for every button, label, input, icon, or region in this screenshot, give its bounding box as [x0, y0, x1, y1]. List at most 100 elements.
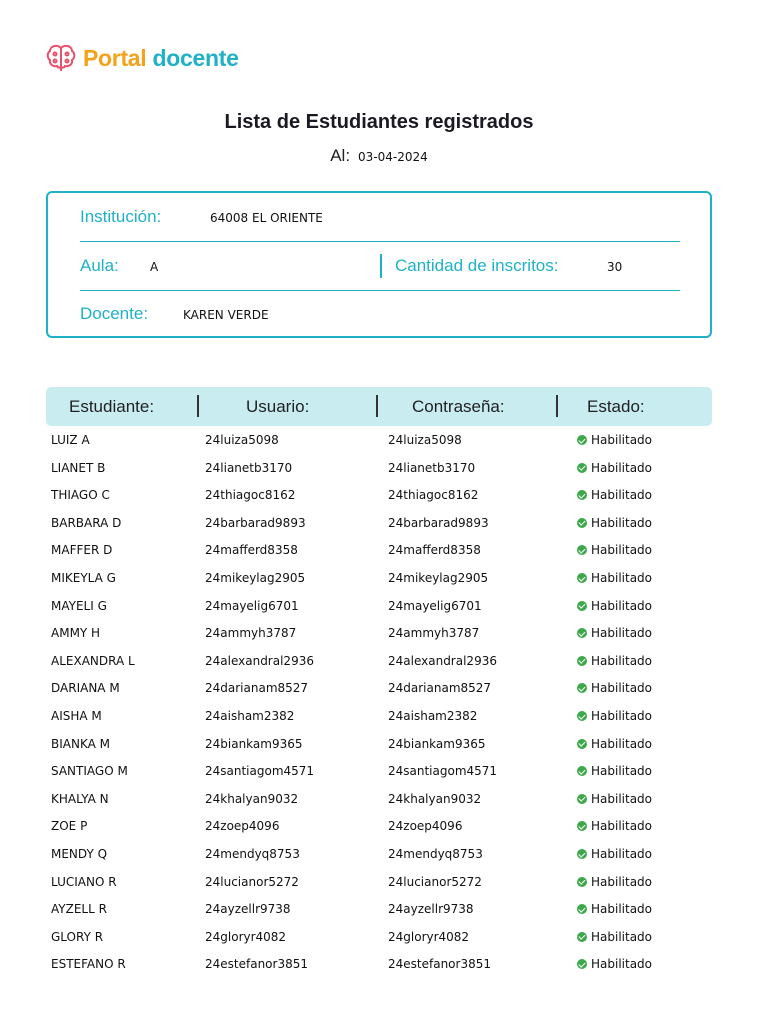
- student-name: BIANKA M: [51, 736, 110, 751]
- student-password: 24mendyq8753: [388, 847, 483, 861]
- student-status: Habilitado: [591, 764, 653, 779]
- check-circle-icon: [577, 490, 587, 501]
- check-circle-icon: [577, 517, 587, 528]
- divider: [80, 241, 680, 242]
- student-password: 24lucianor5272: [388, 874, 482, 889]
- table-row: KHALYA N 24khalyan9032 24khalyan9032 Habili…: [0, 792, 768, 812]
- student-name: DARIANA M: [51, 681, 120, 696]
- student-username: 24darianam8527: [205, 681, 309, 696]
- table-row: MIKEYLA G 24mikeylag2905 24mikeylag2905 Hab…: [0, 571, 768, 591]
- student-password: 24thiagoc8162: [388, 488, 479, 503]
- student-password: 24mafferd8358: [388, 543, 481, 558]
- portal-docente-logo: Portal docente: [45, 42, 239, 74]
- docente-value: KAREN VERDE: [183, 308, 269, 322]
- check-circle-icon: [577, 435, 587, 445]
- student-username: 24alexandral2936: [205, 653, 314, 668]
- student-password: 24lianetb3170: [388, 460, 476, 475]
- cantidad-label: Cantidad de inscritos:: [395, 256, 559, 275]
- student-username: 24ammyh3787: [205, 626, 297, 641]
- student-username: 24khalyan9032: [205, 791, 299, 806]
- header-usuario: Usuario:: [246, 397, 310, 416]
- student-username: 24mendyq8753: [205, 847, 300, 861]
- divider: [197, 395, 199, 417]
- student-password: 24zoep4096: [388, 819, 463, 834]
- info-box: Institución: 64008 EL ORIENTE Aula: A Ca…: [46, 191, 712, 338]
- table-row: ALEXANDRA L 24alexandral2936 24alexandral2…: [0, 654, 768, 674]
- divider: [376, 395, 378, 417]
- student-status: Habilitado: [591, 709, 653, 723]
- student-status: Habilitado: [591, 681, 653, 696]
- student-username: 24mayelig6701: [205, 598, 299, 613]
- student-name: MAYELI G: [51, 598, 107, 613]
- student-username: 24biankam9365: [205, 736, 303, 751]
- student-status: Habilitado: [591, 929, 653, 944]
- table-row: AMMY H 24ammyh3787 24ammyh3787 Habilitado: [0, 626, 768, 646]
- check-circle-icon: [577, 821, 587, 832]
- student-name: MIKEYLA G: [51, 571, 116, 585]
- table-row: MAYELI G 24mayelig6701 24mayelig6701 Habili…: [0, 599, 768, 619]
- divider: [80, 290, 680, 291]
- student-name: MENDY Q: [51, 847, 108, 861]
- cantidad-value: 30: [607, 260, 623, 274]
- student-password: 24khalyan9032: [388, 791, 482, 806]
- aula-label: Aula:: [80, 256, 119, 275]
- student-name: LUCIANO R: [51, 874, 117, 889]
- student-name: GLORY R: [51, 929, 104, 944]
- check-circle-icon: [577, 931, 587, 942]
- student-status: Habilitado: [591, 791, 653, 806]
- check-circle-icon: [577, 904, 587, 915]
- check-circle-icon: [577, 683, 587, 694]
- page-title: Lista de Estudiantes registrados: [224, 111, 534, 133]
- student-password: 24alexandral2936: [388, 653, 497, 668]
- date-label: Al:: [330, 146, 351, 165]
- check-circle-icon: [577, 849, 587, 859]
- aula-value: A: [150, 260, 159, 274]
- header-contrasena: Contraseña:: [412, 397, 505, 416]
- table-row: MAFFER D 24mafferd8358 24mafferd8358 Habili…: [0, 543, 768, 563]
- student-username: 24aisham2382: [205, 709, 295, 723]
- date-line: Al: 03-04-2024: [0, 146, 758, 166]
- check-circle-icon: [577, 711, 587, 721]
- student-status: Habilitado: [591, 598, 653, 613]
- student-status: Habilitado: [591, 433, 653, 447]
- table-row: LIANET B 24lianetb3170 24lianetb3170 Habili…: [0, 461, 768, 481]
- student-username: 24mikeylag2905: [205, 571, 306, 585]
- header-estado: Estado:: [587, 397, 645, 416]
- student-password: 24darianam8527: [388, 681, 492, 696]
- student-password: 24gloryr4082: [388, 929, 470, 944]
- student-status: Habilitado: [591, 819, 653, 834]
- student-status: Habilitado: [591, 460, 653, 475]
- student-password: 24mikeylag2905: [388, 571, 489, 585]
- student-status: Habilitado: [591, 653, 653, 668]
- student-username: 24mafferd8358: [205, 543, 298, 558]
- student-name: AYZELL R: [51, 902, 107, 917]
- table-row: AISHA M 24aisham2382 24aisham2382 Habilitad…: [0, 709, 768, 729]
- student-password: 24santiagom4571: [388, 764, 498, 779]
- student-name: KHALYA N: [51, 791, 109, 806]
- check-circle-icon: [577, 793, 587, 804]
- student-status: Habilitado: [591, 488, 653, 503]
- table-row: LUIZ A 24luiza5098 24luiza5098 Habilitado: [0, 433, 768, 453]
- student-name: AISHA M: [51, 709, 102, 723]
- student-password: 24estefanor3851: [388, 957, 491, 972]
- student-password: 24ammyh3787: [388, 626, 480, 641]
- table-row: MENDY Q 24mendyq8753 24mendyq8753 Habilitad…: [0, 847, 768, 867]
- check-circle-icon: [577, 628, 587, 639]
- student-status: Habilitado: [591, 543, 653, 558]
- date-value: 03-04-2024: [358, 150, 428, 164]
- student-name: ZOE P: [51, 819, 88, 834]
- student-password: 24biankam9365: [388, 736, 486, 751]
- student-username: 24barbarad9893: [205, 515, 306, 530]
- student-username: 24thiagoc8162: [205, 488, 296, 503]
- student-password: 24aisham2382: [388, 709, 478, 723]
- student-name: LIANET B: [51, 460, 106, 475]
- student-password: 24ayzellr9738: [388, 902, 474, 917]
- check-circle-icon: [577, 600, 587, 611]
- student-status: Habilitado: [591, 957, 653, 972]
- student-username: 24zoep4096: [205, 819, 280, 834]
- table-row: THIAGO C 24thiagoc8162 24thiagoc8162 Habili…: [0, 488, 768, 508]
- student-status: Habilitado: [591, 626, 653, 641]
- check-circle-icon: [577, 655, 587, 666]
- check-circle-icon: [577, 876, 587, 887]
- table-row: ESTEFANO R 24estefanor3851 24estefanor3851…: [0, 957, 768, 977]
